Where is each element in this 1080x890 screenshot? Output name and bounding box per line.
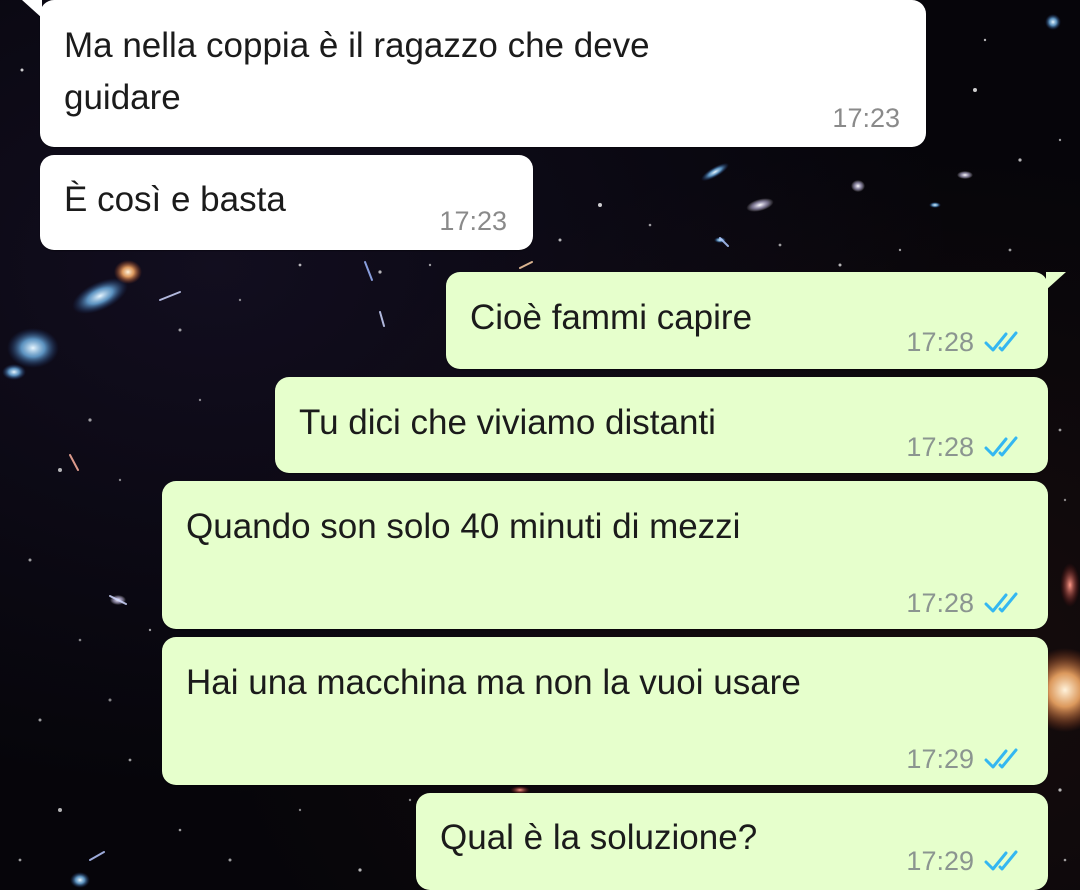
message-time: 17:28 xyxy=(906,327,974,357)
message-meta: 17:29 xyxy=(906,733,1022,785)
message-meta: 17:28 xyxy=(906,421,1022,473)
message-time: 17:23 xyxy=(832,103,900,133)
message-text: È così e basta xyxy=(64,180,286,219)
message-meta: 17:28 xyxy=(906,577,1022,629)
message-bubble-outgoing[interactable]: Tu dici che viviamo distanti 17:28 xyxy=(275,377,1048,473)
message-text: Tu dici che viviamo distanti xyxy=(299,403,716,442)
message-bubble-incoming[interactable]: È così e basta 17:23 xyxy=(40,155,533,250)
message-text: Cioè fammi capire xyxy=(470,298,753,337)
message-bubble-outgoing[interactable]: Qual è la soluzione? 17:29 xyxy=(416,793,1048,890)
message-time: 17:29 xyxy=(906,744,974,774)
double-check-icon xyxy=(984,592,1018,613)
message-text: Hai una macchina ma non la vuoi usare xyxy=(186,663,801,702)
message-time: 17:28 xyxy=(906,588,974,618)
message-time: 17:29 xyxy=(906,846,974,876)
message-bubble-incoming[interactable]: Ma nella coppia è il ragazzo che deve gu… xyxy=(22,0,926,147)
message-bubble-outgoing[interactable]: Cioè fammi capire 17:28 xyxy=(446,272,1066,369)
bubble-tail xyxy=(1046,272,1066,290)
message-meta: 17:23 xyxy=(439,195,507,247)
double-check-icon xyxy=(984,748,1018,769)
double-check-icon xyxy=(984,436,1018,457)
message-meta: 17:23 xyxy=(832,92,900,144)
message-meta: 17:28 xyxy=(906,316,1022,368)
message-time: 17:28 xyxy=(906,432,974,462)
message-bubble-outgoing[interactable]: Hai una macchina ma non la vuoi usare 17… xyxy=(162,637,1048,785)
message-text: Qual è la soluzione? xyxy=(440,818,758,857)
double-check-icon xyxy=(984,850,1018,871)
message-bubble-outgoing[interactable]: Quando son solo 40 minuti di mezzi 17:28 xyxy=(162,481,1048,629)
message-meta: 17:29 xyxy=(906,835,1022,887)
bubble-tail xyxy=(22,0,42,18)
double-check-icon xyxy=(984,331,1018,352)
message-text: Ma nella coppia è il ragazzo che deve gu… xyxy=(64,26,650,117)
message-time: 17:23 xyxy=(439,206,507,236)
message-text: Quando son solo 40 minuti di mezzi xyxy=(186,507,741,546)
